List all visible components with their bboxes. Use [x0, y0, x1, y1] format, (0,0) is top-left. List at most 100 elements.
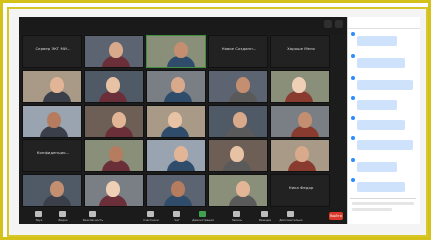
participant-face: [174, 146, 188, 163]
participant-tile[interactable]: Конфиденцио...: [22, 139, 82, 173]
participant-face: [174, 42, 188, 58]
record-icon: [233, 211, 240, 217]
zoom-meeting-window: Сервер ЭКГ МИ... Новое Созданн... Хороше М…: [19, 17, 347, 224]
participant-name: Хороше Мело: [287, 46, 315, 51]
participant-tile[interactable]: [22, 104, 82, 138]
more-button[interactable]: Дополнительно: [277, 209, 305, 224]
participant-face: [168, 111, 182, 128]
participant-body: [167, 160, 195, 172]
control-label: Участники: [143, 218, 159, 222]
reactions-button[interactable]: Реакции: [251, 209, 279, 224]
chat-avatar-icon: [351, 96, 355, 100]
chat-bubble: [357, 100, 397, 110]
participant-face: [292, 76, 306, 93]
chat-avatar-icon: [351, 76, 355, 80]
participant-face: [106, 181, 120, 198]
participant-tile[interactable]: [84, 139, 144, 173]
gallery-view-grid: Сервер ЭКГ МИ... Новое Созданн... Хороше М…: [21, 34, 345, 224]
participant-name: Сервер ЭКГ МИ...: [35, 46, 71, 51]
participant-tile[interactable]: [84, 35, 144, 68]
participant-face: [109, 146, 123, 163]
chat-sender: [351, 95, 417, 99]
participant-tile[interactable]: [84, 69, 144, 103]
participant-face: [112, 111, 126, 128]
chat-button[interactable]: Чат: [163, 209, 191, 224]
chat-bubble: [357, 58, 405, 68]
participant-tile[interactable]: [146, 104, 206, 138]
participant-tile[interactable]: [270, 69, 330, 103]
chat-bubble: [357, 162, 397, 172]
participant-face: [50, 181, 64, 198]
chat-avatar-icon: [351, 136, 355, 140]
leave-meeting-button[interactable]: Выйти: [329, 212, 343, 220]
participant-tile[interactable]: [22, 174, 82, 208]
control-label: Демонстрация: [192, 218, 214, 222]
window-title-bar: [19, 17, 347, 34]
participant-tile[interactable]: [146, 35, 206, 68]
chat-text-line: [357, 165, 397, 168]
chat-text-line: [357, 61, 405, 64]
participant-face: [298, 111, 312, 128]
chat-sender: [351, 135, 417, 139]
chat-text-line: [357, 185, 405, 188]
control-label: Безопасность: [82, 218, 104, 222]
participant-tile[interactable]: [84, 174, 144, 208]
participant-tile[interactable]: [146, 69, 206, 103]
share-screen-icon: [199, 211, 206, 217]
participant-face: [295, 146, 309, 163]
participant-tile[interactable]: [270, 139, 330, 173]
control-label: Запись: [231, 218, 243, 222]
chat-avatar-icon: [351, 116, 355, 120]
participant-face: [171, 76, 185, 93]
participant-tile[interactable]: [270, 104, 330, 138]
participant-tile[interactable]: [22, 69, 82, 103]
chat-bubble: [357, 182, 405, 192]
video-icon: [59, 211, 66, 217]
more-icon: [287, 211, 294, 217]
participant-tile[interactable]: [208, 174, 268, 208]
video-button[interactable]: Видео: [49, 209, 77, 224]
participant-face: [50, 76, 64, 93]
chat-message: [351, 95, 417, 110]
participants-button[interactable]: Участники: [137, 209, 165, 224]
participant-name: Новое Созданн...: [221, 46, 257, 51]
chat-message: [351, 53, 417, 68]
chat-bubble: [357, 140, 413, 150]
participant-body: [223, 160, 251, 172]
control-label: Чат: [174, 218, 180, 222]
participant-tile[interactable]: Ника Федор: [270, 174, 330, 208]
reactions-icon: [261, 211, 268, 217]
participant-tile[interactable]: [146, 174, 206, 208]
minimize-icon[interactable]: [324, 20, 332, 28]
participant-name: Ника Федор: [288, 185, 314, 191]
chat-input-area[interactable]: [350, 198, 416, 221]
participant-face: [109, 42, 123, 58]
participant-tile[interactable]: Сервер ЭКГ МИ...: [22, 35, 82, 68]
chat-message: [351, 157, 417, 172]
participant-tile[interactable]: [208, 104, 268, 138]
chat-bubble: [357, 120, 405, 130]
participant-body: [288, 160, 316, 172]
control-label: Видео: [58, 218, 68, 222]
chat-icon: [173, 211, 180, 217]
share-screen-button[interactable]: Демонстрация: [189, 209, 217, 224]
chat-sender: [351, 157, 417, 161]
record-button[interactable]: Запись: [223, 209, 251, 224]
participant-tile[interactable]: Новое Созданн...: [208, 35, 268, 68]
chat-avatar-icon: [351, 158, 355, 162]
security-button[interactable]: Безопасность: [79, 209, 107, 224]
participant-tile[interactable]: [84, 104, 144, 138]
chat-text-line: [357, 39, 397, 42]
control-label: Дополнительно: [279, 218, 303, 222]
chat-message: [351, 177, 417, 192]
participant-tile[interactable]: [146, 139, 206, 173]
chat-text-line: [357, 103, 397, 106]
participant-face: [233, 111, 247, 128]
participant-face: [171, 181, 185, 198]
participant-tile[interactable]: [208, 139, 268, 173]
close-icon[interactable]: [335, 20, 343, 28]
participant-tile[interactable]: Хороше Мело: [270, 35, 330, 68]
chat-panel: [347, 17, 420, 224]
participant-tile[interactable]: [208, 69, 268, 103]
chat-text-line: [357, 143, 413, 146]
